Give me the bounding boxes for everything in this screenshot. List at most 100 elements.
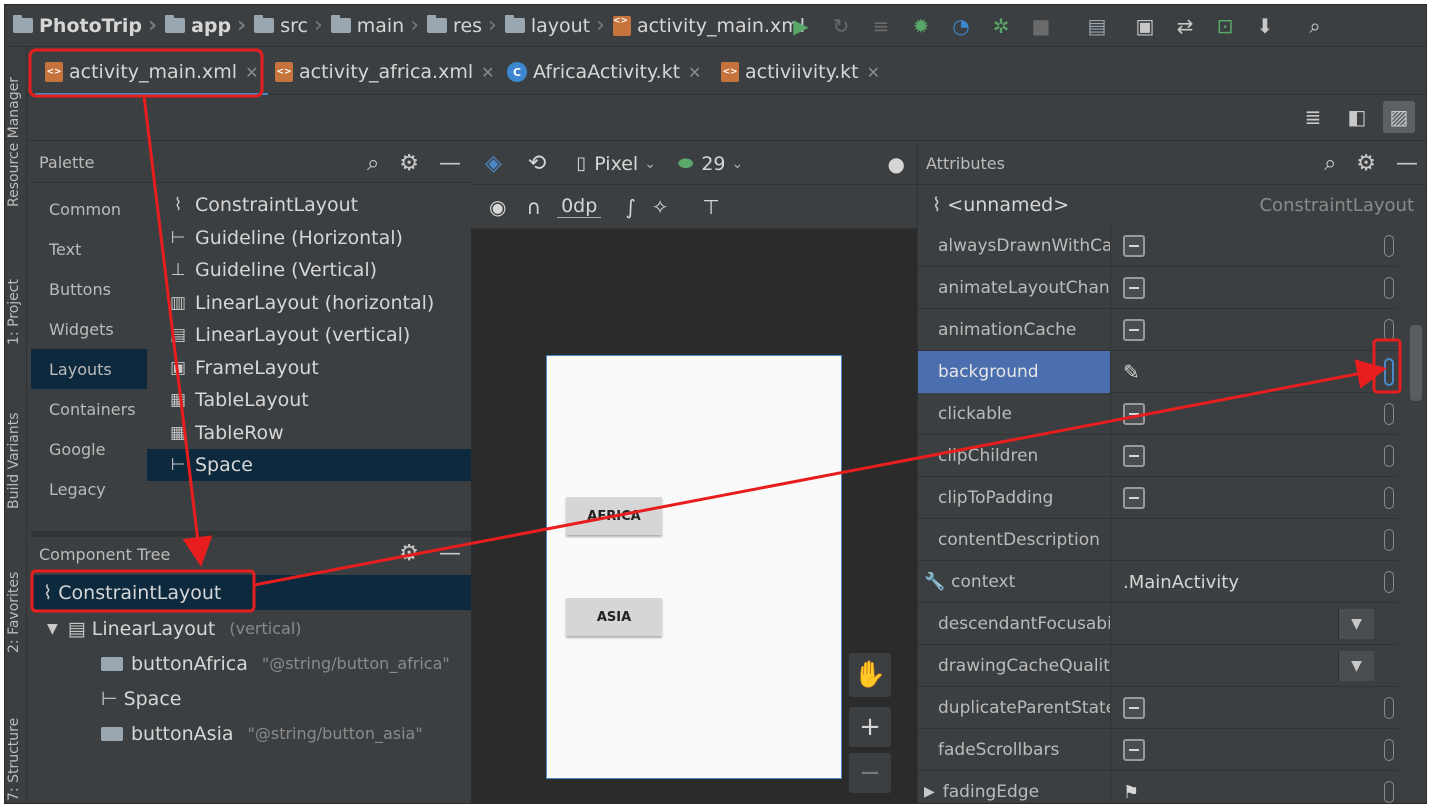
resource-picker-icon[interactable] <box>1384 739 1394 761</box>
attach-debugger-icon[interactable]: ✲ <box>989 14 1013 38</box>
api-level-selector[interactable]: 29 <box>701 153 725 175</box>
resource-picker-icon[interactable] <box>1384 571 1394 593</box>
close-icon[interactable]: ✕ <box>245 63 258 82</box>
resource-picker-icon[interactable] <box>1384 235 1394 257</box>
chevron-down-icon[interactable]: ▼ <box>1338 609 1374 639</box>
breadcrumb-main[interactable]: main › <box>323 13 419 38</box>
resource-picker-icon[interactable] <box>1384 697 1394 719</box>
gear-icon[interactable]: ⚙ <box>399 541 419 566</box>
resource-picker-icon[interactable] <box>1384 487 1394 509</box>
breadcrumb-layout[interactable]: layout › <box>497 13 605 38</box>
design-view-icon[interactable]: ▨ <box>1383 101 1415 133</box>
tree-row-buttonasia[interactable]: buttonAsia "@string/button_asia" <box>31 716 471 751</box>
minus-box-icon[interactable] <box>1123 487 1145 509</box>
tool-build-variants[interactable]: Build Variants <box>6 412 22 509</box>
guidelines-icon[interactable]: ⊤ <box>703 195 720 219</box>
tab-activiivity[interactable]: <> activiivity.kt ✕ <box>721 53 880 91</box>
magnet-icon[interactable]: ∩ <box>526 195 541 219</box>
pan-hand-icon[interactable]: ✋ <box>849 653 891 697</box>
tool-favorites[interactable]: 2: Favorites <box>6 572 22 653</box>
zoom-in-button[interactable]: + <box>849 707 891 747</box>
palette-item-space[interactable]: ⊢ Space <box>147 449 471 481</box>
zoom-out-button[interactable]: − <box>849 753 891 793</box>
minimize-icon[interactable]: — <box>1396 151 1418 176</box>
profile-icon[interactable]: ◔ <box>949 14 973 38</box>
tab-activity-africa[interactable]: <> activity_africa.xml ✕ <box>275 53 495 91</box>
resource-picker-icon[interactable] <box>1384 529 1394 551</box>
tree-row-linearlayout[interactable]: ▼ ▤ LinearLayout (vertical) <box>31 611 471 646</box>
resource-picker-icon[interactable] <box>1384 445 1394 467</box>
minus-box-icon[interactable] <box>1123 445 1145 467</box>
minus-box-icon[interactable] <box>1123 235 1145 257</box>
layers-icon[interactable]: ◈ <box>485 151 502 176</box>
search-icon[interactable]: ⌕ <box>1303 14 1327 38</box>
tool-project[interactable]: 1: Project <box>6 279 22 345</box>
category-layouts[interactable]: Layouts <box>31 349 147 389</box>
attr-row-background[interactable]: background ✎ <box>918 351 1398 393</box>
default-margin[interactable]: 0dp <box>557 195 602 218</box>
palette-item-linearlayout-horizontal[interactable]: ▥ LinearLayout (horizontal) <box>147 287 471 319</box>
minus-box-icon[interactable] <box>1123 697 1145 719</box>
close-icon[interactable]: ✕ <box>688 63 701 82</box>
resource-picker-icon[interactable] <box>1384 277 1394 299</box>
device-file-icon[interactable]: ⊡ <box>1213 14 1237 38</box>
apply-code-changes-icon[interactable]: ≡ <box>869 14 893 38</box>
close-icon[interactable]: ✕ <box>481 63 494 82</box>
category-containers[interactable]: Containers <box>31 389 147 429</box>
minus-box-icon[interactable] <box>1123 277 1145 299</box>
apply-changes-icon[interactable]: ↻ <box>829 14 853 38</box>
category-common[interactable]: Common <box>31 189 147 229</box>
expand-arrow-icon[interactable]: ▶ <box>924 784 935 800</box>
code-view-icon[interactable]: ≣ <box>1297 101 1329 133</box>
minimize-icon[interactable]: — <box>439 541 461 566</box>
flag-icon[interactable]: ⚑ <box>1123 771 1139 803</box>
palette-item-tablelayout[interactable]: ▦ TableLayout <box>147 384 471 416</box>
expand-arrow-icon[interactable]: ▼ <box>47 621 58 637</box>
resource-picker-icon[interactable] <box>1384 403 1394 425</box>
project-structure-icon[interactable]: ▤ <box>1085 14 1109 38</box>
resource-picker-icon[interactable] <box>1384 781 1394 803</box>
chevron-down-icon[interactable]: ▼ <box>1338 651 1374 681</box>
category-legacy[interactable]: Legacy <box>31 469 147 509</box>
avd-manager-icon[interactable]: ▣ <box>1133 14 1157 38</box>
infer-constraints-icon[interactable]: ✧ <box>652 195 669 219</box>
category-widgets[interactable]: Widgets <box>31 309 147 349</box>
breadcrumb-project[interactable]: PhotoTrip › <box>5 13 157 38</box>
tool-structure[interactable]: 7: Structure <box>6 718 22 801</box>
tab-activity-main[interactable]: <> activity_main.xml ✕ <box>34 53 269 97</box>
minus-box-icon[interactable] <box>1123 319 1145 341</box>
breadcrumb-res[interactable]: res › <box>419 13 497 38</box>
orientation-icon[interactable]: ⟲ <box>528 151 546 176</box>
palette-item-linearlayout-vertical[interactable]: ▤ LinearLayout (vertical) <box>147 319 471 351</box>
eyedropper-icon[interactable]: ✎ <box>1123 351 1140 393</box>
palette-item-guideline-vertical[interactable]: ⊥ Guideline (Vertical) <box>147 254 471 286</box>
stop-icon[interactable]: ■ <box>1029 14 1053 38</box>
category-google[interactable]: Google <box>31 429 147 469</box>
device-selector[interactable]: Pixel <box>594 153 638 175</box>
search-icon[interactable]: ⌕ <box>1324 151 1336 176</box>
debug-icon[interactable]: ✹ <box>909 14 933 38</box>
search-icon[interactable]: ⌕ <box>367 151 379 176</box>
sdk-manager-icon[interactable]: ⬇ <box>1253 14 1277 38</box>
category-text[interactable]: Text <box>31 229 147 269</box>
breadcrumb-file[interactable]: <> activity_main.xml <box>605 15 805 37</box>
resource-picker-icon[interactable] <box>1384 358 1394 386</box>
category-buttons[interactable]: Buttons <box>31 269 147 309</box>
tab-africa-activity[interactable]: C AfricaActivity.kt ✕ <box>507 53 701 91</box>
split-view-icon[interactable]: ◧ <box>1341 101 1373 133</box>
palette-item-guideline-horizontal[interactable]: ⊢ Guideline (Horizontal) <box>147 222 471 254</box>
close-icon[interactable]: ✕ <box>867 63 880 82</box>
breadcrumb-src[interactable]: src › <box>246 13 323 38</box>
minus-box-icon[interactable] <box>1123 739 1145 761</box>
breadcrumb-app[interactable]: app › <box>157 13 246 38</box>
tree-row-buttonafrica[interactable]: buttonAfrica "@string/button_africa" <box>31 646 471 681</box>
palette-item-framelayout[interactable]: ▣ FrameLayout <box>147 352 471 384</box>
button-africa-preview[interactable]: AFRICA <box>566 497 662 535</box>
clear-constraints-icon[interactable]: ∫ <box>625 195 635 219</box>
tree-row-constraintlayout[interactable]: ⌇ ConstraintLayout <box>31 575 471 610</box>
minus-box-icon[interactable] <box>1123 403 1145 425</box>
palette-item-constraintlayout[interactable]: ⌇ ConstraintLayout <box>147 189 471 221</box>
attributes-scrollbar[interactable] <box>1410 325 1422 401</box>
eye-icon[interactable]: ◉ <box>489 195 506 219</box>
minimize-icon[interactable]: — <box>439 151 461 176</box>
